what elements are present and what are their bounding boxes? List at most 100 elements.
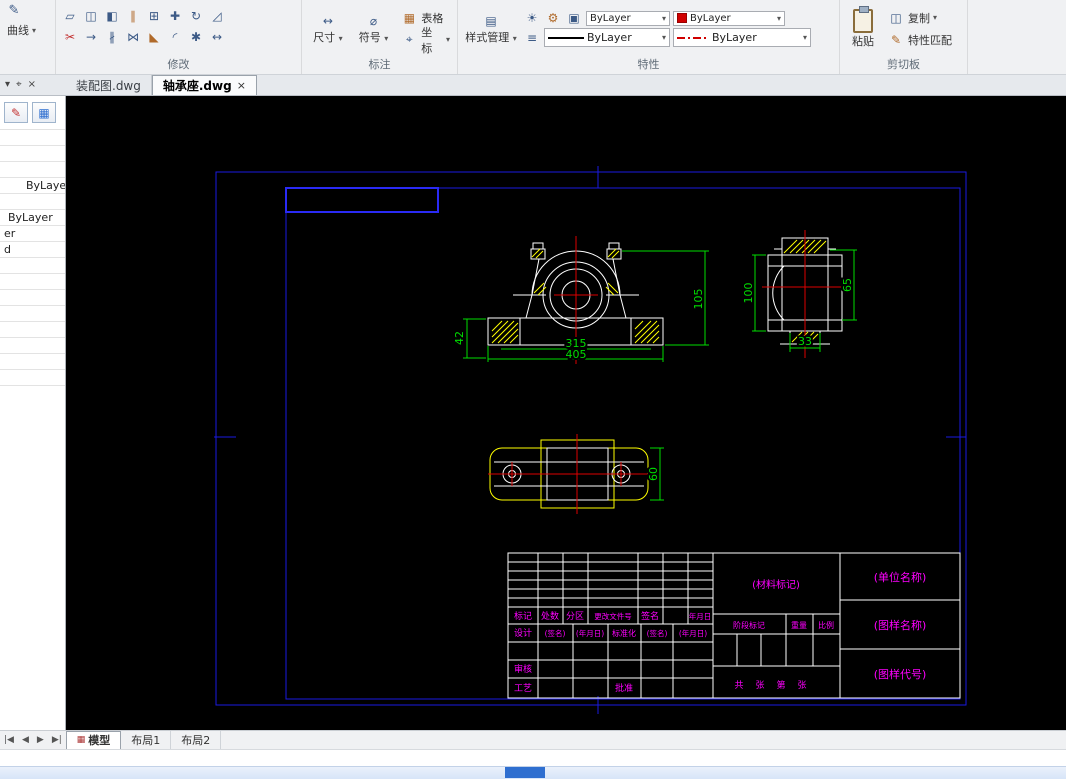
lineweight-combo[interactable]: ByLayer ▾ <box>544 28 670 47</box>
blue-grid-icon: ▦ <box>38 105 50 120</box>
tab-model[interactable]: ▦ 模型 <box>65 731 122 749</box>
caret-icon: ▾ <box>661 33 666 42</box>
ribbon-group-modify: ▱ ◫ ◧ ∥ ⊞ ✚ ↻ ◿ ✂ → ∦ ⋈ ◣ ◜ ✱ ↔ 修改 <box>56 0 302 74</box>
array-icon[interactable]: ⊞ <box>145 8 163 24</box>
tab-layout1[interactable]: 布局1 <box>121 731 172 749</box>
drawing-canvas[interactable]: 42 105 315 405 100 65 33 60 标记 处数 分区 更改文… <box>66 96 1066 730</box>
tab-close-icon[interactable]: × <box>237 79 246 92</box>
tb-count: 处数 <box>541 610 559 622</box>
list-item[interactable] <box>0 146 65 162</box>
stretch-icon[interactable]: ↔ <box>208 29 226 45</box>
list-item[interactable]: ByLayer <box>0 210 65 226</box>
title-block[interactable]: 标记 处数 分区 更改文件号 签名 年月日 设计 (签名) (年月日) 标准化 … <box>507 552 961 699</box>
copy-icon: ◫ <box>890 10 902 25</box>
erase-icon[interactable]: ▱ <box>61 8 79 24</box>
layer-color-combo[interactable]: ByLayer ▾ <box>673 10 785 26</box>
side-view[interactable]: 100 65 33 <box>740 230 857 358</box>
palette-titlebar: ▾ ⌖ × <box>0 74 66 95</box>
sun-icon[interactable]: ☀ <box>523 10 541 26</box>
tb-zone: 分区 <box>566 611 584 622</box>
palette-select-button[interactable]: ▦ <box>32 102 56 123</box>
layers-icon[interactable]: ▣ <box>565 10 583 26</box>
pencil-icon[interactable]: ✎ <box>5 2 23 18</box>
coordinate-button[interactable]: ⌖ 坐标 ▾ <box>398 26 452 55</box>
list-item[interactable] <box>0 258 65 274</box>
match-properties-button[interactable]: ✎ 特性匹配 <box>885 30 954 50</box>
list-item[interactable] <box>0 290 65 306</box>
rotate-icon[interactable]: ↻ <box>187 8 205 24</box>
tab-assembly-drawing[interactable]: 装配图.dwg <box>66 75 152 95</box>
mirror-icon[interactable]: ◧ <box>103 8 121 24</box>
trim-icon[interactable]: ✂ <box>61 29 79 45</box>
symbol-label: 符号 <box>358 30 381 44</box>
color-combo[interactable]: ByLayer ▾ <box>586 10 670 26</box>
dimension-button[interactable]: ↔ 尺寸 ▾ <box>307 5 349 53</box>
list-item[interactable] <box>0 274 65 290</box>
scale-icon[interactable]: ◿ <box>208 8 226 24</box>
symbol-button[interactable]: ⌀ 符号 ▾ <box>353 5 395 53</box>
coordinate-label: 坐标 <box>421 25 433 55</box>
tb-material: (材料标记) <box>752 578 800 591</box>
bulb-icon[interactable]: ⚙ <box>544 10 562 26</box>
prev-layout-icon[interactable]: ◀ <box>18 735 33 745</box>
tab-layout2[interactable]: 布局2 <box>171 731 222 749</box>
table-icon: ▦ <box>403 10 416 25</box>
move-icon[interactable]: ✚ <box>166 8 184 24</box>
linetype-sample-icon <box>677 36 709 39</box>
linetype-combo[interactable]: ByLayer ▾ <box>673 28 811 47</box>
tb-sign: 签名 <box>641 610 659 622</box>
list-item[interactable] <box>0 130 65 146</box>
list-item[interactable] <box>0 354 65 370</box>
tb-date: 年月日 <box>689 611 712 621</box>
copy-object-icon[interactable]: ◫ <box>82 8 100 24</box>
tb-review: 审核 <box>514 663 532 675</box>
tab-bearing-seat[interactable]: 轴承座.dwg × <box>151 75 257 95</box>
draw-caption <box>0 57 55 74</box>
ribbon: ✎ 曲线 ▾ ▱ ◫ ◧ ∥ ⊞ ✚ ↻ ◿ ✂ → ∦ ⋈ ◣ ◜ ✱ ↔ 修… <box>0 0 1066 75</box>
first-layout-icon[interactable]: |◀ <box>0 735 18 745</box>
last-layout-icon[interactable]: ▶| <box>48 735 66 745</box>
paste-button[interactable]: 粘贴 <box>845 5 881 53</box>
top-view[interactable]: 60 <box>488 434 664 514</box>
layout-tab-bar: |◀ ◀ ▶ ▶| ▦ 模型 布局1 布局2 <box>0 730 1066 749</box>
list-item[interactable]: er <box>0 226 65 242</box>
layout2-tab-label: 布局2 <box>181 733 211 747</box>
dim-405: 405 <box>566 348 587 361</box>
pin-icon[interactable]: ⌖ <box>16 79 22 90</box>
list-item[interactable] <box>0 370 65 386</box>
caret-icon: ▾ <box>384 33 389 43</box>
list-item[interactable] <box>0 322 65 338</box>
fillet-icon[interactable]: ◜ <box>166 29 184 45</box>
palette-menu-icon[interactable]: ▾ <box>5 79 10 90</box>
list-item[interactable] <box>0 306 65 322</box>
list-item[interactable]: d <box>0 242 65 258</box>
dim-65: 65 <box>841 278 854 292</box>
caret-icon: ▾ <box>661 13 666 23</box>
dim-42: 42 <box>453 331 466 345</box>
bottom-strip <box>0 766 1066 779</box>
tb-scale: 比例 <box>818 620 834 630</box>
tb-approve: 批准 <box>615 682 633 694</box>
join-icon[interactable]: ⋈ <box>124 29 142 45</box>
extend-icon[interactable]: → <box>82 29 100 45</box>
chamfer-icon[interactable]: ◣ <box>145 29 163 45</box>
list-item[interactable] <box>0 338 65 354</box>
annotate-caption: 标注 <box>368 58 391 71</box>
ribbon-group-draw: ✎ 曲线 ▾ <box>0 0 56 74</box>
palette-edit-button[interactable]: ✎ <box>4 102 28 123</box>
curve-button[interactable]: 曲线 ▾ <box>5 20 38 40</box>
list-item[interactable] <box>0 194 65 210</box>
break-icon[interactable]: ∦ <box>103 29 121 45</box>
front-view[interactable]: 42 105 315 405 <box>451 236 709 364</box>
style-manager-button[interactable]: ▤ 样式管理 ▾ <box>463 5 519 53</box>
palette-close-icon[interactable]: × <box>28 79 36 90</box>
offset-icon[interactable]: ∥ <box>124 8 142 24</box>
list-icon[interactable]: ≡ <box>523 30 541 46</box>
next-layout-icon[interactable]: ▶ <box>33 735 48 745</box>
list-item[interactable] <box>0 162 65 178</box>
ribbon-filler <box>968 0 1066 74</box>
paste-icon <box>853 5 873 33</box>
copy-button[interactable]: ◫ 复制 ▾ <box>885 8 954 28</box>
explode-icon[interactable]: ✱ <box>187 29 205 45</box>
list-item[interactable]: ByLayer <box>0 178 65 194</box>
